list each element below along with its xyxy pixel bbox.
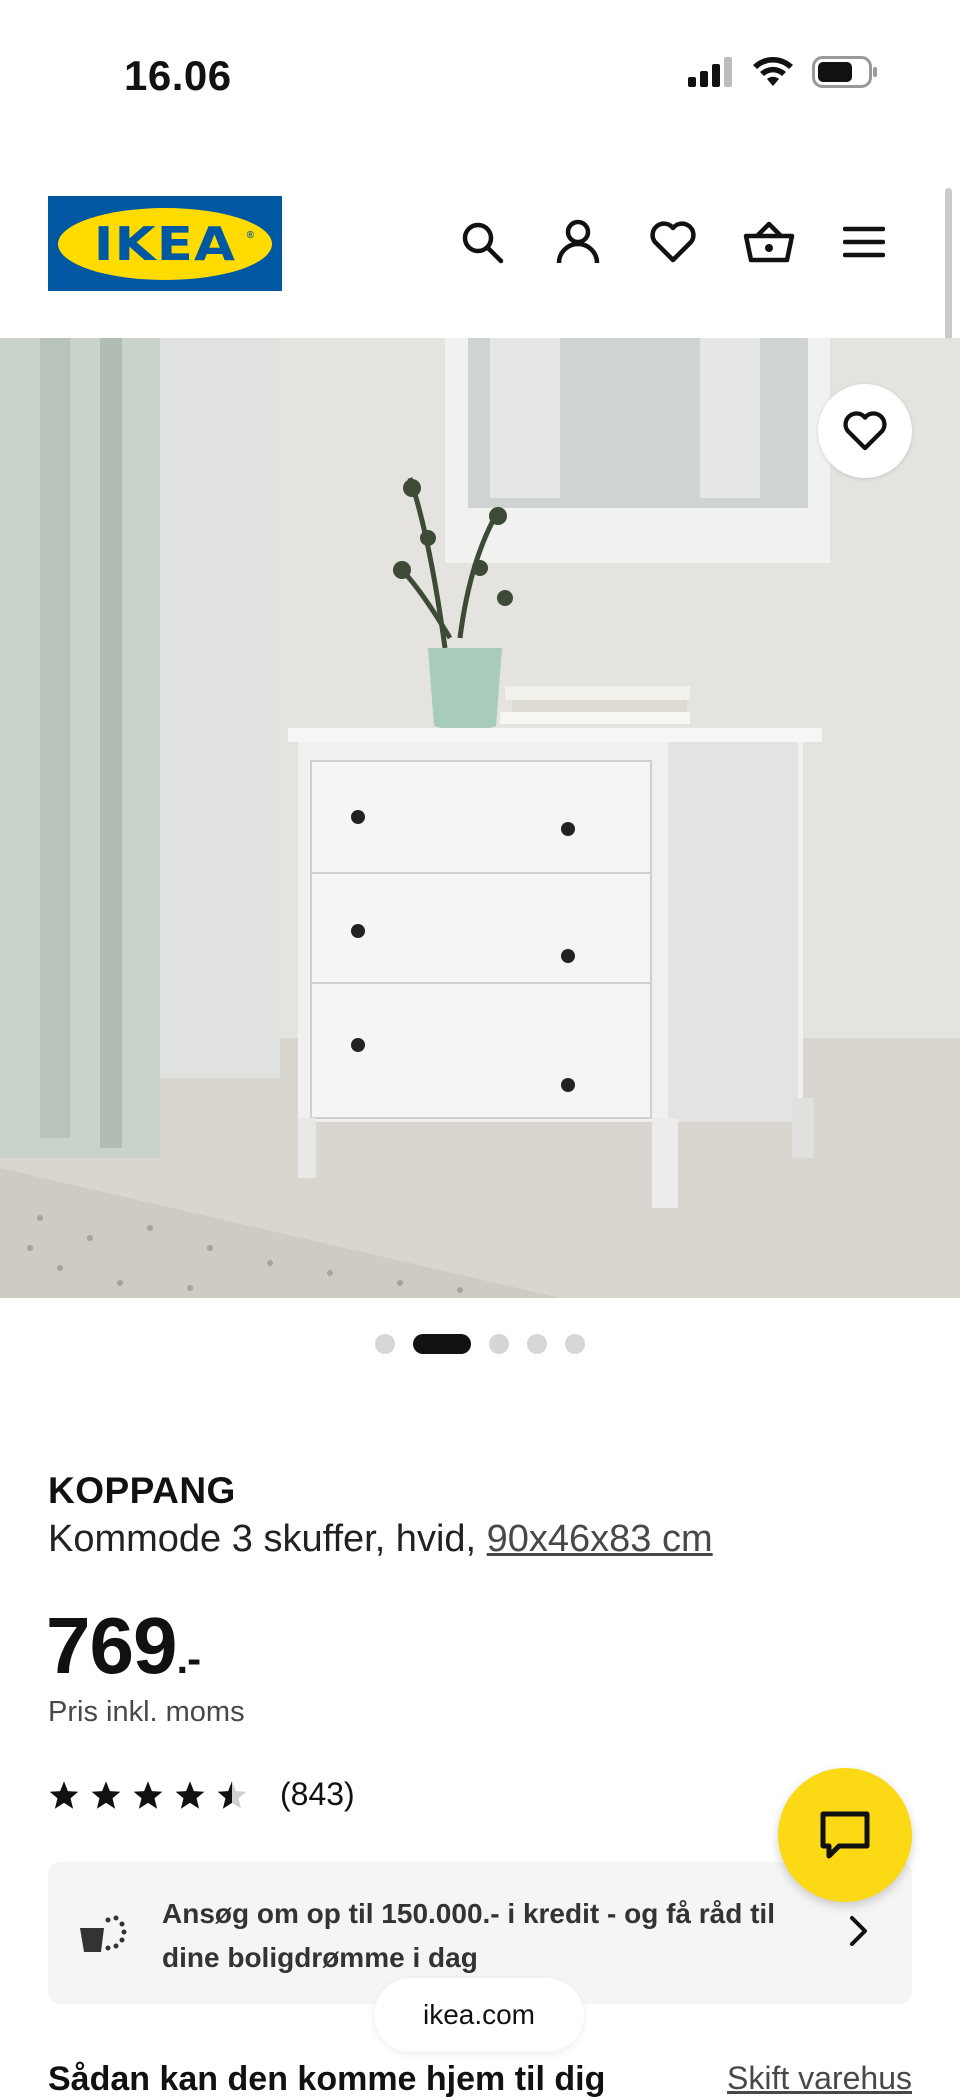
chat-button[interactable] [778, 1768, 912, 1902]
status-time: 16.06 [124, 52, 232, 99]
price-value: 769 [46, 1601, 177, 1690]
carousel-dot[interactable] [565, 1334, 585, 1354]
carousel-dot[interactable] [375, 1334, 395, 1354]
delivery-section-title: Sådan kan den komme hjem til dig [48, 2060, 606, 2098]
product-description: Kommode 3 skuffer, hvid, 90x46x83 cm [48, 1518, 713, 1560]
chat-icon [820, 1811, 870, 1859]
half-star-icon [217, 1780, 247, 1809]
star-icon [133, 1780, 163, 1809]
image-carousel-dots [0, 1334, 960, 1354]
star-icon [175, 1780, 205, 1809]
chevron-right-icon [850, 1916, 867, 1946]
product-price: 769.- [46, 1600, 201, 1692]
carousel-dot[interactable] [527, 1334, 547, 1354]
add-to-favorites-button[interactable] [818, 384, 912, 478]
price-note: Pris inkl. moms [48, 1696, 245, 1728]
search-icon[interactable] [454, 214, 510, 270]
credit-text: Ansøg om op til 150.000.- i kredit - og … [162, 1898, 775, 1973]
product-image[interactable] [0, 338, 960, 1298]
product-name: KOPPANG [48, 1470, 236, 1511]
ikea-logo[interactable]: IKEA ® [48, 196, 282, 291]
wifi-icon [753, 57, 793, 86]
star-icon [91, 1780, 121, 1809]
change-store-link[interactable]: Skift varehus [727, 2060, 912, 2097]
star-icon [49, 1780, 79, 1809]
product-rating[interactable]: (843) [48, 1776, 355, 1813]
carousel-dot[interactable] [489, 1334, 509, 1354]
rating-count: (843) [280, 1776, 355, 1812]
price-suffix: .- [176, 1635, 201, 1682]
basket-icon[interactable] [741, 214, 797, 270]
account-icon[interactable] [550, 214, 606, 270]
logo-text: IKEA [93, 216, 237, 271]
heart-icon[interactable] [645, 214, 701, 270]
heart-icon [843, 411, 887, 451]
menu-icon[interactable] [836, 214, 892, 270]
credit-card-icon [80, 1915, 127, 1952]
status-icons [688, 56, 878, 88]
battery-icon [812, 56, 877, 88]
dimensions-link[interactable]: 90x46x83 cm [487, 1518, 713, 1560]
browser-url-pill[interactable]: ikea.com [374, 1978, 584, 2052]
signal-icon [688, 57, 732, 87]
carousel-dot-active[interactable] [413, 1334, 471, 1354]
scrollbar[interactable] [945, 188, 952, 348]
dresser-illustration [0, 338, 960, 1298]
